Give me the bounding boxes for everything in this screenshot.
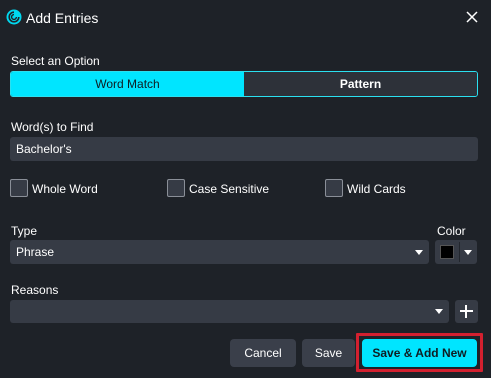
tab-pattern[interactable]: Pattern [244,72,477,96]
tab-word-match[interactable]: Word Match [11,72,244,96]
whole-word-label: Whole Word [32,182,98,196]
words-input[interactable]: Bachelor's [10,137,478,161]
add-reason-button[interactable] [455,300,478,323]
color-picker[interactable] [435,240,477,264]
case-sensitive-checkbox[interactable] [167,179,185,197]
words-label: Word(s) to Find [11,120,94,134]
case-sensitive-label: Case Sensitive [189,182,270,196]
wild-cards-checkbox[interactable] [325,179,343,197]
reasons-label: Reasons [11,283,59,297]
color-label: Color [437,224,466,238]
save-button[interactable]: Save [302,339,355,367]
color-picker-divider [459,242,460,262]
close-icon[interactable] [464,9,480,25]
save-add-new-button[interactable]: Save & Add New [362,339,477,367]
type-select[interactable]: Phrase [10,240,429,264]
title-bar: Add Entries [0,0,491,36]
reasons-select[interactable] [10,300,449,323]
type-select-value: Phrase [16,245,55,259]
chevron-down-icon [435,309,443,314]
option-label: Select an Option [11,54,100,68]
color-swatch [440,245,454,259]
dialog-title: Add Entries [26,10,99,26]
wild-cards-label: Wild Cards [347,182,406,196]
spiral-logo-icon [6,9,22,25]
cancel-button[interactable]: Cancel [230,339,296,367]
whole-word-checkbox[interactable] [10,179,28,197]
type-label: Type [11,224,38,238]
words-input-value: Bachelor's [16,142,72,156]
chevron-down-icon [415,250,423,255]
chevron-down-icon [464,250,472,255]
option-toggle: Word Match Pattern [10,71,478,97]
